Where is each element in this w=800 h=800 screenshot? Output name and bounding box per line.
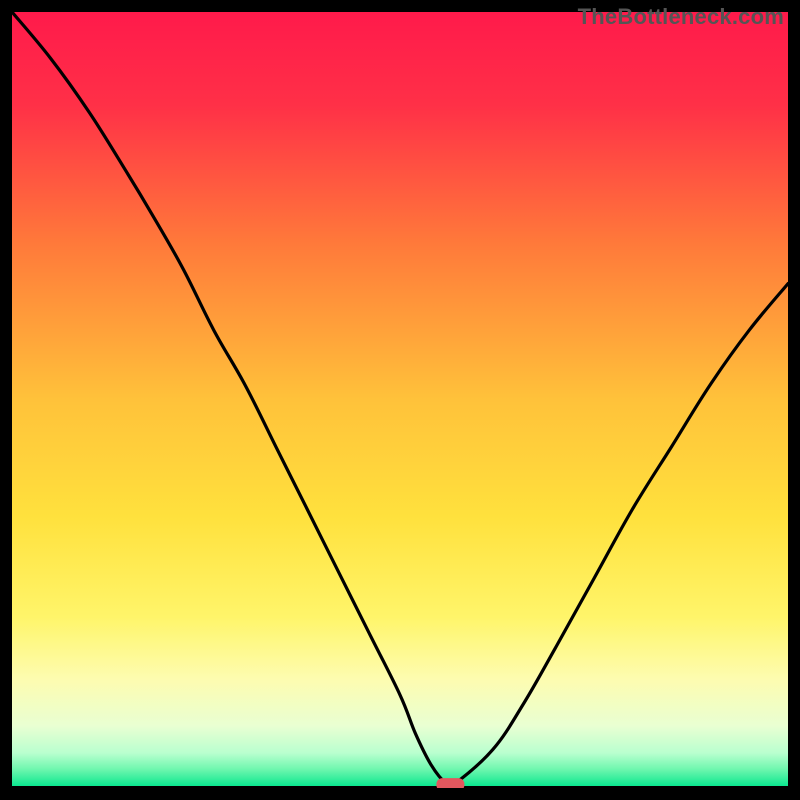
- bottleneck-chart: [12, 12, 788, 788]
- optimal-point-marker: [436, 778, 464, 788]
- watermark-text: TheBottleneck.com: [578, 4, 784, 30]
- plot-background: [12, 12, 788, 788]
- chart-frame: TheBottleneck.com: [12, 12, 788, 788]
